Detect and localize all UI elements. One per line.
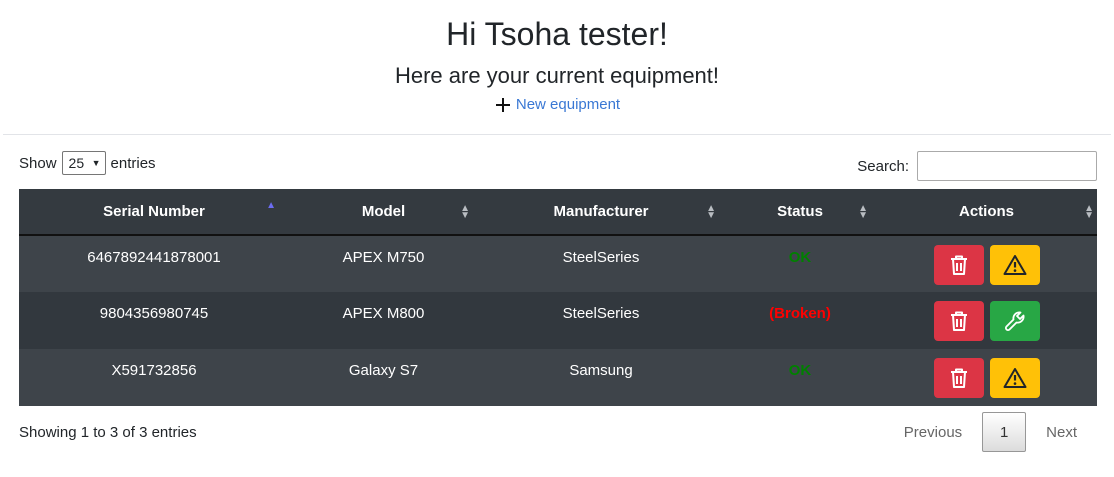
sort-icon: ▲ ▼ <box>1084 202 1094 221</box>
sort-icon: ▲ ▼ <box>858 202 868 221</box>
table-row: X591732856 Galaxy S7 Samsung OK <box>19 349 1097 406</box>
subtitle-heading: Here are your current equipment! <box>394 63 720 88</box>
actions-cell <box>876 349 1097 406</box>
status-badge: (Broken) <box>769 305 831 322</box>
status-badge: OK <box>788 249 812 266</box>
column-header-status[interactable]: Status ▲ ▼ <box>724 189 876 236</box>
manufacturer-cell: SteelSeries <box>478 292 724 349</box>
entries-info: Showing 1 to 3 of 3 entries <box>19 424 197 441</box>
status-cell: OK <box>724 235 876 292</box>
actions-cell <box>876 292 1097 349</box>
search-control: Search: <box>857 151 1097 181</box>
status-cell: (Broken) <box>724 292 876 349</box>
greeting-heading: Hi Tsoha tester! <box>446 16 668 52</box>
repair-button[interactable] <box>989 301 1040 341</box>
new-equipment-link[interactable]: New equipment <box>494 94 620 116</box>
column-header-actions[interactable]: Actions ▲ ▼ <box>876 189 1097 236</box>
pagination: Previous 1 Next <box>884 412 1097 452</box>
page-length-select[interactable]: 25 ▼ <box>61 151 106 175</box>
warning-icon <box>1003 368 1026 388</box>
table-header-row: Serial Number ▲ Model ▲ ▼ Manufacturer ▲ ▼… <box>19 189 1097 236</box>
new-equipment-label: New equipment <box>515 96 621 113</box>
model-cell: APEX M750 <box>289 235 478 292</box>
sort-ascending-icon: ▲ <box>266 200 276 211</box>
delete-button[interactable] <box>933 358 984 398</box>
model-cell: APEX M800 <box>289 292 478 349</box>
manufacturer-cell: Samsung <box>478 349 724 406</box>
search-label: Search: <box>857 157 909 175</box>
report-broken-button[interactable] <box>989 358 1040 398</box>
trash-icon <box>950 255 967 275</box>
table-row: 9804356980745 APEX M800 SteelSeries (Bro… <box>19 292 1097 349</box>
model-cell: Galaxy S7 <box>289 349 478 406</box>
delete-button[interactable] <box>933 301 984 341</box>
manufacturer-cell: SteelSeries <box>478 235 724 292</box>
trash-icon <box>950 368 967 388</box>
table-controls: Show 25 ▼ entries Search: <box>19 135 1097 187</box>
page-header: Hi Tsoha tester! Here are your current e… <box>0 0 1114 119</box>
column-header-manufacturer[interactable]: Manufacturer ▲ ▼ <box>478 189 724 236</box>
status-badge: OK <box>788 362 812 379</box>
actions-cell <box>876 235 1097 292</box>
sort-icon: ▲ ▼ <box>460 202 470 221</box>
table-footer: Showing 1 to 3 of 3 entries Previous 1 N… <box>19 406 1097 466</box>
page-length-value: 25 <box>68 155 85 171</box>
serial-cell: 9804356980745 <box>19 292 289 349</box>
previous-page-button[interactable]: Previous <box>884 412 982 452</box>
wrench-icon <box>1004 311 1024 331</box>
status-cell: OK <box>724 349 876 406</box>
plus-icon <box>495 98 510 112</box>
trash-icon <box>950 311 967 331</box>
show-label: Show <box>19 154 57 172</box>
equipment-table: Serial Number ▲ Model ▲ ▼ Manufacturer ▲ ▼… <box>19 189 1097 406</box>
report-broken-button[interactable] <box>989 245 1040 285</box>
page-length-control: Show 25 ▼ entries <box>19 151 156 175</box>
entries-label: entries <box>110 154 156 172</box>
warning-icon <box>1003 255 1026 275</box>
next-page-button[interactable]: Next <box>1026 412 1097 452</box>
table-row: 6467892441878001 APEX M750 SteelSeries O… <box>19 235 1097 292</box>
chevron-down-icon: ▼ <box>91 158 101 168</box>
current-page-button[interactable]: 1 <box>982 412 1027 452</box>
serial-cell: 6467892441878001 <box>19 235 289 292</box>
column-header-model[interactable]: Model ▲ ▼ <box>289 189 478 236</box>
delete-button[interactable] <box>933 245 984 285</box>
column-header-serial-number[interactable]: Serial Number ▲ <box>19 189 289 236</box>
search-input[interactable] <box>917 151 1097 181</box>
serial-cell: X591732856 <box>19 349 289 406</box>
sort-icon: ▲ ▼ <box>706 202 716 221</box>
